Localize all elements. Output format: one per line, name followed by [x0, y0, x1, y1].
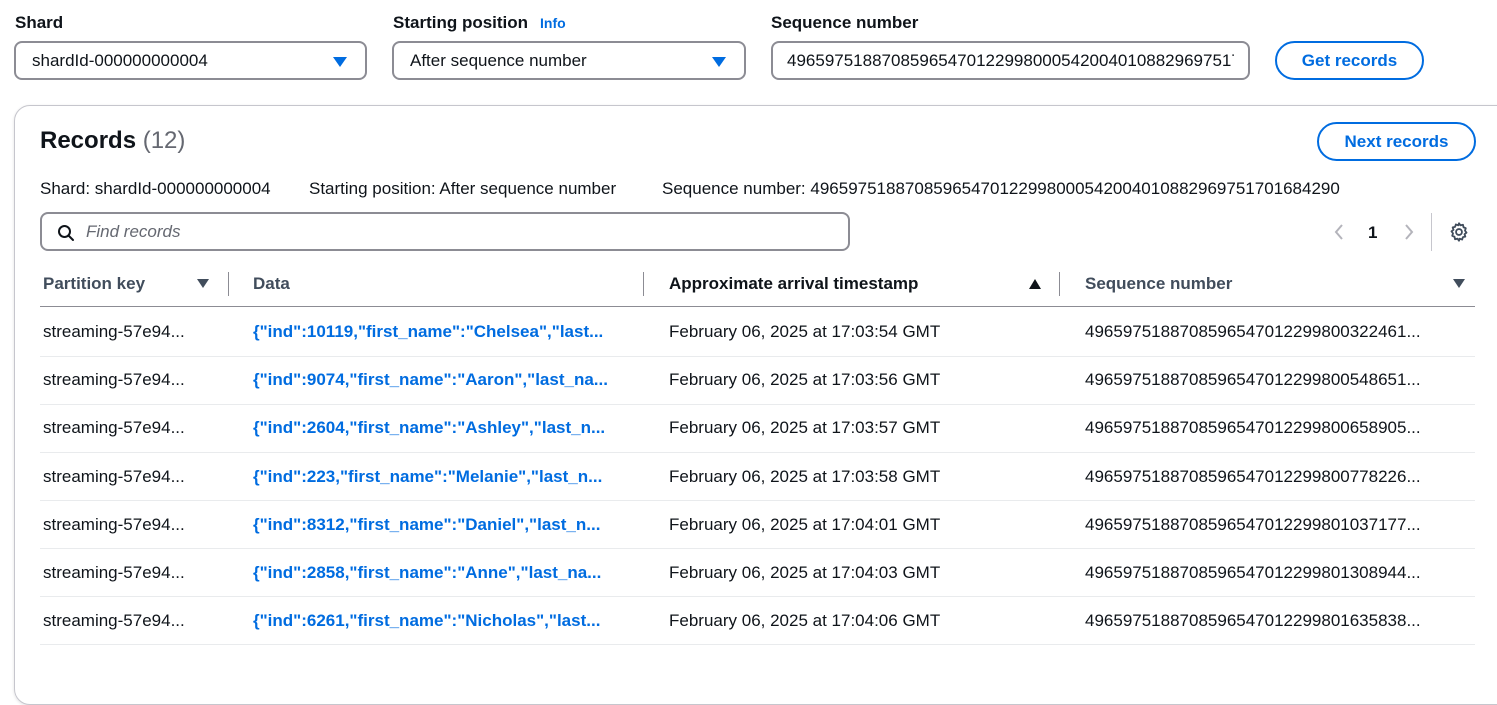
shard-select[interactable]: shardId-000000000004 [14, 41, 367, 80]
cell-partition-key: streaming-57e94... [43, 563, 185, 582]
sequence-number-input[interactable] [771, 41, 1250, 80]
info-link[interactable]: Info [540, 15, 566, 31]
row-divider [40, 644, 1475, 645]
starting-position-select[interactable]: After sequence number [392, 41, 746, 80]
cell-partition-key: streaming-57e94... [43, 611, 185, 630]
cell-data-link[interactable]: {"ind":9074,"first_name":"Aaron","last_n… [253, 370, 619, 390]
column-header-partition-key[interactable]: Partition key [43, 274, 145, 294]
find-records-input[interactable] [86, 221, 848, 242]
find-records-search[interactable] [40, 212, 850, 251]
sort-caret-down-icon[interactable] [1453, 279, 1465, 288]
meta-sequence-number: Sequence number: 49659751887085965470122… [662, 179, 1340, 198]
column-separator[interactable] [228, 272, 229, 296]
cell-sequence-number: 4965975188708596547012299801635838... [1085, 611, 1421, 630]
caret-down-icon [712, 57, 726, 67]
cell-data-link[interactable]: {"ind":6261,"first_name":"Nicholas","las… [253, 611, 619, 631]
sort-caret-up-icon[interactable] [1029, 279, 1041, 289]
cell-sequence-number: 4965975188708596547012299800658905... [1085, 418, 1421, 437]
row-divider [40, 452, 1475, 453]
shard-label: Shard [15, 13, 64, 32]
cell-data-link[interactable]: {"ind":223,"first_name":"Melanie","last_… [253, 467, 619, 487]
cell-arrival-timestamp: February 06, 2025 at 17:03:54 GMT [669, 322, 941, 341]
row-divider [40, 548, 1475, 549]
caret-down-icon [333, 57, 347, 67]
column-separator[interactable] [643, 272, 644, 296]
records-title: Records [40, 127, 137, 154]
row-divider [40, 500, 1475, 501]
pager-divider [1431, 213, 1432, 251]
starting-position-label: Starting position [393, 13, 529, 32]
column-separator[interactable] [1059, 272, 1060, 296]
cell-partition-key: streaming-57e94... [43, 418, 185, 437]
cell-sequence-number: 4965975188708596547012299800548651... [1085, 370, 1421, 389]
cell-arrival-timestamp: February 06, 2025 at 17:03:57 GMT [669, 418, 941, 437]
cell-partition-key: streaming-57e94... [43, 515, 185, 534]
cell-sequence-number: 4965975188708596547012299800322461... [1085, 322, 1421, 341]
cell-data-link[interactable]: {"ind":10119,"first_name":"Chelsea","las… [253, 322, 619, 342]
cell-data-link[interactable]: {"ind":8312,"first_name":"Daniel","last_… [253, 515, 619, 535]
cell-arrival-timestamp: February 06, 2025 at 17:04:03 GMT [669, 563, 941, 582]
cell-arrival-timestamp: February 06, 2025 at 17:04:01 GMT [669, 515, 941, 534]
gear-icon[interactable] [1448, 221, 1470, 243]
column-header-sequence-number[interactable]: Sequence number [1085, 274, 1232, 294]
cell-sequence-number: 4965975188708596547012299801037177... [1085, 515, 1421, 534]
meta-shard: Shard: shardId-000000000004 [40, 179, 271, 198]
starting-position-label-group: Starting position Info [393, 13, 566, 33]
column-header-data[interactable]: Data [253, 274, 290, 294]
starting-position-value: After sequence number [410, 50, 587, 70]
cell-partition-key: streaming-57e94... [43, 370, 185, 389]
page-number[interactable]: 1 [1368, 223, 1377, 243]
row-divider [40, 356, 1475, 357]
cell-data-link[interactable]: {"ind":2858,"first_name":"Anne","last_na… [253, 563, 619, 583]
chevron-left-icon[interactable] [1332, 222, 1346, 242]
cell-arrival-timestamp: February 06, 2025 at 17:04:06 GMT [669, 611, 941, 630]
table-header-divider [40, 306, 1475, 307]
meta-starting-position: Starting position: After sequence number [309, 179, 617, 198]
search-icon [58, 225, 74, 241]
shard-select-value: shardId-000000000004 [32, 50, 208, 70]
cell-partition-key: streaming-57e94... [43, 322, 185, 341]
cell-sequence-number: 4965975188708596547012299800778226... [1085, 467, 1421, 486]
get-records-button[interactable]: Get records [1275, 41, 1424, 80]
sort-caret-down-icon[interactable] [197, 279, 209, 288]
sequence-number-label: Sequence number [771, 13, 919, 32]
cell-data-link[interactable]: {"ind":2604,"first_name":"Ashley","last_… [253, 418, 619, 438]
records-heading: Records (12) [40, 127, 185, 155]
row-divider [40, 596, 1475, 597]
cell-sequence-number: 4965975188708596547012299801308944... [1085, 563, 1421, 582]
row-divider [40, 404, 1475, 405]
records-count: (12) [142, 127, 186, 154]
cell-arrival-timestamp: February 06, 2025 at 17:03:58 GMT [669, 467, 941, 486]
next-records-button[interactable]: Next records [1317, 122, 1476, 161]
chevron-right-icon[interactable] [1402, 222, 1416, 242]
cell-arrival-timestamp: February 06, 2025 at 17:03:56 GMT [669, 370, 941, 389]
cell-partition-key: streaming-57e94... [43, 467, 185, 486]
column-header-arrival-timestamp[interactable]: Approximate arrival timestamp [669, 274, 918, 294]
